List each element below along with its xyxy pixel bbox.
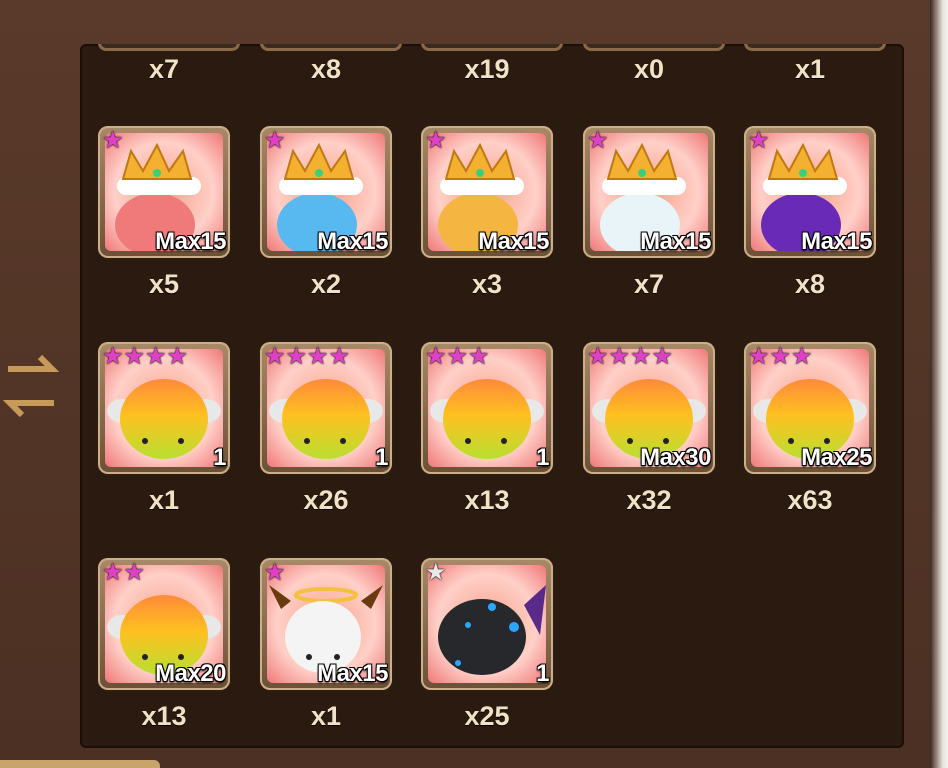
item-count: x13 (464, 485, 510, 515)
star-icon: ★ (264, 343, 286, 370)
star-icon: ★ (285, 343, 308, 370)
item-level-label: 1 (536, 660, 549, 687)
item-count: x2 (310, 269, 342, 299)
item-card-partial[interactable] (421, 44, 563, 51)
star-icon: ★ (328, 343, 351, 370)
item-card[interactable]: ★ ★ Max20 (98, 558, 230, 690)
item-card[interactable]: ★ Max15 (260, 558, 392, 690)
item-level-label: Max15 (317, 660, 388, 687)
star-icon: ★ (425, 127, 447, 154)
star-icon: ★ (123, 559, 146, 586)
star-icon: ★ (145, 343, 167, 370)
star-rating: ★ (102, 128, 124, 154)
item-level-label: 1 (375, 444, 388, 471)
star-icon: ★ (608, 343, 631, 370)
item-count: x26 (303, 485, 349, 515)
star-rating: ★ ★ ★ (425, 344, 490, 370)
item-level-label: Max15 (478, 228, 549, 255)
item-count: x3 (471, 269, 503, 299)
star-rating: ★ (748, 128, 770, 154)
item-card[interactable]: ★ ★ ★ ★ 1 (260, 342, 392, 474)
item-level-label: Max25 (801, 444, 872, 471)
item-card-partial[interactable] (583, 44, 725, 51)
star-rating: ★ ★ (102, 560, 145, 586)
item-card[interactable]: ★ ★ ★ Max25 (744, 342, 876, 474)
star-rating: ★ (264, 560, 286, 586)
swap-arrows-icon (2, 354, 60, 418)
star-icon: ★ (587, 127, 609, 154)
star-rating: ★ (425, 128, 447, 154)
star-icon: ★ (102, 343, 124, 370)
item-count: x1 (310, 701, 342, 731)
item-count: x19 (464, 54, 510, 84)
item-count: x1 (794, 54, 826, 84)
bottom-tab (0, 760, 160, 768)
star-rating: ★ (264, 128, 286, 154)
item-level-label: 1 (536, 444, 549, 471)
item-count: x0 (633, 54, 665, 84)
star-icon: ★ (425, 559, 447, 586)
item-card[interactable]: ★ ★ ★ 1 (421, 342, 553, 474)
item-count: x8 (794, 269, 826, 299)
item-count: x7 (148, 54, 180, 84)
item-level-label: 1 (213, 444, 226, 471)
item-count: x32 (626, 485, 672, 515)
item-card-partial[interactable] (98, 44, 240, 51)
item-count: x13 (141, 701, 187, 731)
star-icon: ★ (468, 343, 490, 370)
star-icon: ★ (123, 343, 146, 370)
item-level-label: Max15 (317, 228, 388, 255)
star-icon: ★ (791, 343, 813, 370)
item-card[interactable]: ★ Max15 (98, 126, 230, 258)
inventory-panel[interactable]: x7 x8 x19 x0 x1 ★ Max15 x5 ★ Max15 x2 ★ … (80, 44, 904, 748)
item-count: x7 (633, 269, 665, 299)
item-level-label: Max15 (640, 228, 711, 255)
item-level-label: Max30 (640, 444, 711, 471)
star-icon: ★ (769, 343, 792, 370)
item-card[interactable]: ★ 1 (421, 558, 553, 690)
item-count: x5 (148, 269, 180, 299)
star-rating: ★ ★ ★ (748, 344, 813, 370)
star-rating: ★ (587, 128, 609, 154)
item-count: x63 (787, 485, 833, 515)
item-card[interactable]: ★ Max15 (421, 126, 553, 258)
star-icon: ★ (425, 343, 447, 370)
star-icon: ★ (102, 127, 124, 154)
swap-button[interactable] (2, 345, 60, 425)
item-card[interactable]: ★ Max15 (260, 126, 392, 258)
item-count: x8 (310, 54, 342, 84)
star-icon: ★ (630, 343, 652, 370)
star-rating: ★ (425, 560, 447, 586)
star-icon: ★ (307, 343, 329, 370)
item-level-label: Max15 (801, 228, 872, 255)
item-level-label: Max15 (155, 228, 226, 255)
item-card-partial[interactable] (744, 44, 886, 51)
item-card[interactable]: ★ ★ ★ ★ Max30 (583, 342, 715, 474)
star-icon: ★ (264, 559, 286, 586)
item-card-partial[interactable] (260, 44, 402, 51)
star-icon: ★ (748, 127, 770, 154)
star-rating: ★ ★ ★ ★ (264, 344, 350, 370)
item-count: x1 (148, 485, 180, 515)
star-rating: ★ ★ ★ ★ (587, 344, 673, 370)
item-count: x25 (464, 701, 510, 731)
star-icon: ★ (264, 127, 286, 154)
item-level-label: Max20 (155, 660, 226, 687)
item-card[interactable]: ★ Max15 (583, 126, 715, 258)
star-icon: ★ (587, 343, 609, 370)
star-icon: ★ (748, 343, 770, 370)
star-icon: ★ (102, 559, 124, 586)
star-icon: ★ (446, 343, 469, 370)
item-card[interactable]: ★ ★ ★ ★ 1 (98, 342, 230, 474)
star-rating: ★ ★ ★ ★ (102, 344, 188, 370)
star-icon: ★ (651, 343, 674, 370)
star-icon: ★ (166, 343, 189, 370)
item-card[interactable]: ★ Max15 (744, 126, 876, 258)
scrollbar-track[interactable] (930, 0, 948, 768)
